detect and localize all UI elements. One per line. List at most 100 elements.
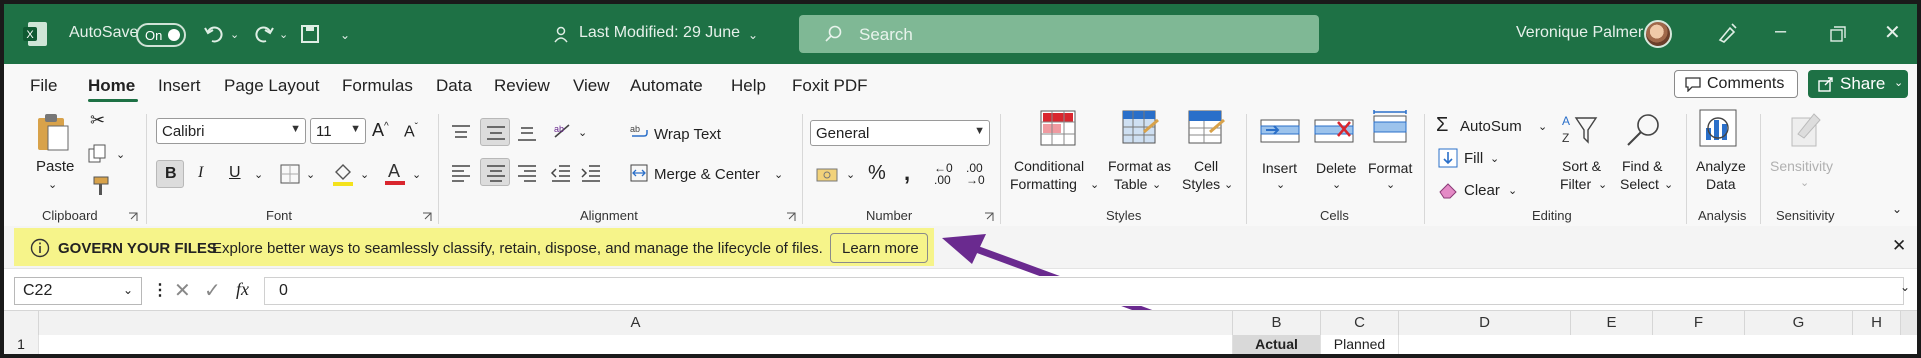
font-color-icon[interactable]: A xyxy=(384,160,406,186)
cell-styles-label-1[interactable]: Cell xyxy=(1194,158,1218,174)
find-select-icon[interactable] xyxy=(1624,112,1664,148)
minimize-icon[interactable]: – xyxy=(1775,20,1786,43)
tab-file[interactable]: File xyxy=(30,76,57,96)
fill-color-icon[interactable] xyxy=(332,162,354,186)
sensitivity-button-label[interactable]: Sensitivity xyxy=(1770,158,1833,174)
column-header-d[interactable]: D xyxy=(1398,311,1570,335)
customize-toolbar-icon[interactable]: ⌄ xyxy=(340,28,350,42)
cell-c1[interactable]: Planned xyxy=(1320,335,1398,354)
redo-icon[interactable] xyxy=(252,24,274,44)
conditional-formatting-icon[interactable] xyxy=(1040,110,1076,146)
cell-a1[interactable] xyxy=(38,335,1232,354)
clear-label[interactable]: Clear xyxy=(1464,182,1500,199)
avatar[interactable] xyxy=(1644,20,1672,48)
paste-dropdown-icon[interactable]: ⌄ xyxy=(48,178,57,191)
autosave-toggle[interactable]: On xyxy=(136,23,186,47)
format-as-table-label-2[interactable]: Table xyxy=(1114,176,1147,192)
borders-icon[interactable] xyxy=(280,164,300,184)
tab-insert[interactable]: Insert xyxy=(158,76,201,96)
comments-button[interactable]: Comments xyxy=(1674,70,1798,98)
user-name[interactable]: Veronique Palmer xyxy=(1516,24,1643,42)
accounting-dropdown-icon[interactable]: ⌄ xyxy=(846,168,855,181)
clear-dropdown-icon[interactable]: ⌄ xyxy=(1508,184,1517,197)
align-center-button[interactable] xyxy=(480,158,510,186)
analyze-data-icon[interactable] xyxy=(1698,108,1740,150)
comma-style-icon[interactable]: , xyxy=(904,160,910,186)
chevron-down-icon[interactable]: ⌄ xyxy=(123,283,133,297)
percent-icon[interactable]: % xyxy=(868,162,886,185)
column-header-b[interactable]: B xyxy=(1232,311,1320,335)
undo-icon[interactable] xyxy=(204,24,226,44)
column-header-g[interactable]: G xyxy=(1744,311,1852,335)
select-all-corner[interactable] xyxy=(4,311,38,335)
font-name-select[interactable]: Calibri ▼ xyxy=(156,118,306,144)
orientation-dropdown-icon[interactable]: ⌄ xyxy=(578,126,587,139)
cell-styles-dropdown-icon[interactable]: ⌄ xyxy=(1224,178,1233,191)
row-header-1[interactable]: 1 xyxy=(4,335,39,354)
column-header-c[interactable]: C xyxy=(1320,311,1398,335)
autosum-dropdown-icon[interactable]: ⌄ xyxy=(1538,120,1547,133)
paste-icon[interactable] xyxy=(36,112,70,152)
find-select-dropdown-icon[interactable]: ⌄ xyxy=(1664,178,1673,191)
decrease-indent-icon[interactable] xyxy=(550,164,572,182)
alignment-launcher-icon[interactable] xyxy=(786,212,796,222)
format-cells-icon[interactable] xyxy=(1370,108,1410,146)
increase-decimal-icon[interactable]: ←0.00 xyxy=(934,162,953,186)
cell-styles-label-2[interactable]: Styles xyxy=(1182,176,1220,192)
format-painter-icon[interactable] xyxy=(90,176,112,196)
sensitivity-icon[interactable] xyxy=(1788,110,1824,148)
font-launcher-icon[interactable] xyxy=(422,212,432,222)
sort-filter-label-1[interactable]: Sort & xyxy=(1562,158,1601,174)
orientation-icon[interactable]: ab xyxy=(552,122,574,140)
column-header-e[interactable]: E xyxy=(1570,311,1652,335)
insert-cells-icon[interactable] xyxy=(1260,112,1302,146)
tab-help[interactable]: Help xyxy=(731,76,766,96)
align-bottom-icon[interactable] xyxy=(516,124,538,142)
collapse-ribbon-icon[interactable]: ⌄ xyxy=(1892,202,1902,216)
column-header-a[interactable]: A xyxy=(38,311,1232,335)
tab-automate[interactable]: Automate xyxy=(630,76,703,96)
font-color-dropdown-icon[interactable]: ⌄ xyxy=(412,168,421,181)
fill-icon[interactable] xyxy=(1438,148,1458,168)
accounting-format-icon[interactable] xyxy=(816,164,840,184)
tab-review[interactable]: Review xyxy=(494,76,550,96)
fill-dropdown-icon[interactable]: ⌄ xyxy=(1490,152,1499,165)
last-modified-dropdown-icon[interactable]: ⌄ xyxy=(748,28,758,42)
format-dropdown-icon[interactable]: ⌄ xyxy=(1386,178,1395,191)
more-options-icon[interactable]: ⋮ xyxy=(152,280,168,300)
merge-center-icon[interactable] xyxy=(630,164,648,182)
find-select-label-1[interactable]: Find & xyxy=(1622,158,1662,174)
analyze-data-label-1[interactable]: Analyze xyxy=(1696,158,1746,174)
underline-button[interactable]: U xyxy=(229,164,241,182)
scrollbar[interactable] xyxy=(1900,311,1917,335)
cell-styles-icon[interactable] xyxy=(1188,110,1226,146)
merge-dropdown-icon[interactable]: ⌄ xyxy=(774,168,783,181)
borders-dropdown-icon[interactable]: ⌄ xyxy=(306,168,315,181)
sensitivity-dropdown-icon[interactable]: ⌄ xyxy=(1800,176,1809,189)
number-launcher-icon[interactable] xyxy=(984,212,994,222)
format-table-dropdown-icon[interactable]: ⌄ xyxy=(1152,178,1161,191)
share-dropdown-icon[interactable]: ⌄ xyxy=(1894,76,1903,89)
delete-cells-label[interactable]: Delete xyxy=(1316,160,1356,176)
tab-foxit-pdf[interactable]: Foxit PDF xyxy=(792,76,868,96)
format-as-table-label-1[interactable]: Format as xyxy=(1108,158,1171,174)
insert-function-icon[interactable]: fx xyxy=(236,279,249,300)
autosum-label[interactable]: AutoSum xyxy=(1460,118,1522,135)
conditional-formatting-label-2[interactable]: Formatting xyxy=(1010,176,1077,192)
close-window-icon[interactable]: ✕ xyxy=(1884,20,1901,45)
name-box[interactable]: C22 ⌄ xyxy=(14,277,142,305)
number-format-select[interactable]: General ▼ xyxy=(810,120,990,146)
wrap-text-label[interactable]: Wrap Text xyxy=(654,126,721,143)
merge-center-label[interactable]: Merge & Center xyxy=(654,166,760,183)
redo-dropdown-icon[interactable]: ⌄ xyxy=(279,28,288,41)
decrease-font-icon[interactable]: Aˇ xyxy=(404,122,418,141)
align-left-icon[interactable] xyxy=(450,164,472,182)
conditional-formatting-label-1[interactable]: Conditional xyxy=(1014,158,1084,174)
last-modified[interactable]: Last Modified: 29 June xyxy=(579,24,740,42)
search-box[interactable]: Search xyxy=(799,15,1319,53)
decrease-decimal-icon[interactable]: .00 →0 xyxy=(966,162,985,186)
cell-d1[interactable] xyxy=(1398,335,1900,354)
column-header-h[interactable]: H xyxy=(1852,311,1900,335)
undo-dropdown-icon[interactable]: ⌄ xyxy=(230,28,239,41)
tab-home[interactable]: Home xyxy=(88,76,135,96)
